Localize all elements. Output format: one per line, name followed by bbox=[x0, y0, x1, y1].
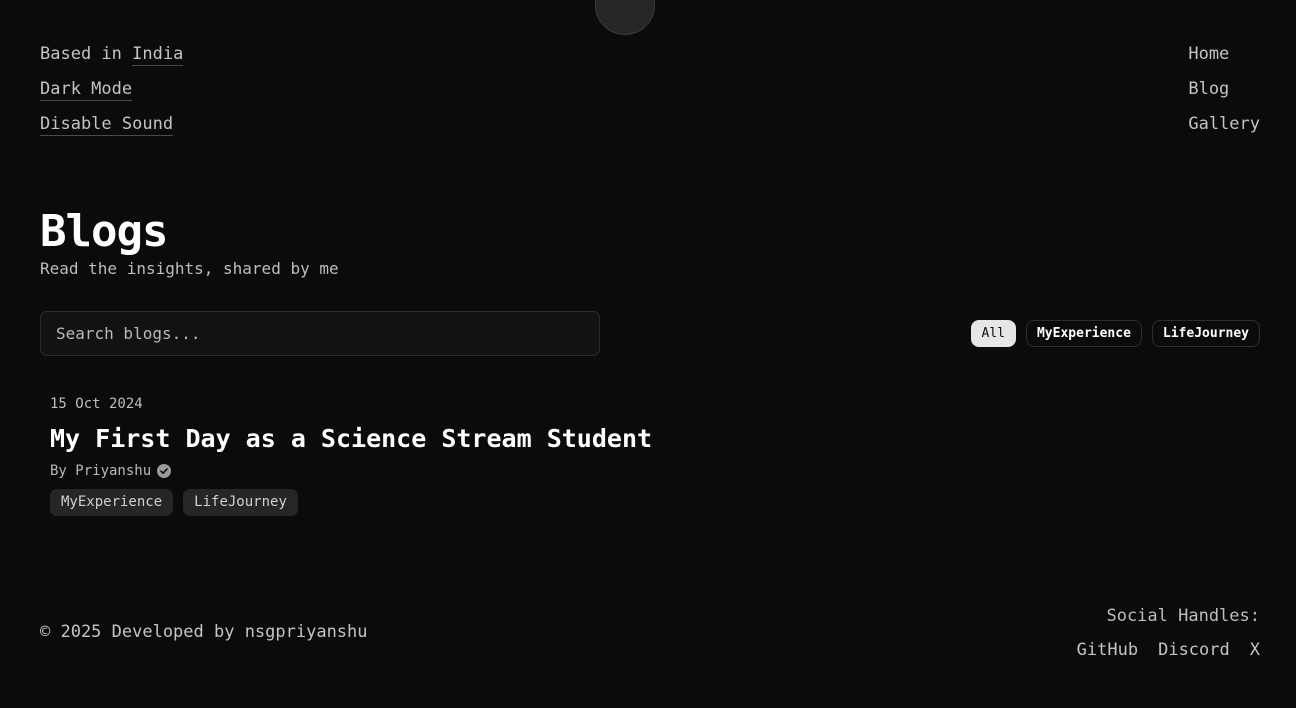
post-author: By Priyanshu bbox=[50, 463, 152, 479]
blog-post-card[interactable]: 15 Oct 2024 My First Day as a Science St… bbox=[50, 396, 652, 516]
nav-blog[interactable]: Blog bbox=[1188, 78, 1260, 113]
social-handles-title: Social Handles: bbox=[1106, 606, 1260, 626]
post-author-row: By Priyanshu bbox=[50, 463, 652, 479]
nav-gallery[interactable]: Gallery bbox=[1188, 113, 1260, 148]
filter-lifejourney[interactable]: LifeJourney bbox=[1151, 320, 1260, 347]
theme-toggle-button[interactable] bbox=[595, 0, 655, 35]
post-title[interactable]: My First Day as a Science Stream Student bbox=[50, 424, 652, 453]
location-link[interactable]: India bbox=[132, 44, 184, 66]
social-discord-link[interactable]: Discord bbox=[1158, 640, 1230, 660]
post-tag[interactable]: MyExperience bbox=[50, 489, 174, 516]
post-tags: MyExperience LifeJourney bbox=[50, 489, 652, 516]
page-subtitle: Read the insights, shared by me bbox=[40, 259, 339, 278]
page-title: Blogs bbox=[40, 206, 168, 257]
social-github-link[interactable]: GitHub bbox=[1077, 640, 1138, 660]
social-x-link[interactable]: X bbox=[1250, 640, 1260, 660]
location-row: Based in India bbox=[40, 43, 184, 78]
filter-chips: All MyExperience LifeJourney bbox=[970, 320, 1260, 347]
social-links: GitHub Discord X bbox=[1077, 640, 1260, 660]
nav-home[interactable]: Home bbox=[1188, 43, 1260, 78]
filter-myexperience[interactable]: MyExperience bbox=[1025, 320, 1142, 347]
location-prefix: Based in bbox=[40, 44, 133, 64]
search-input[interactable] bbox=[40, 311, 600, 356]
page: Based in India Dark Mode Disable Sound H… bbox=[0, 0, 1296, 708]
main-nav: Home Blog Gallery bbox=[1188, 43, 1260, 148]
post-tag[interactable]: LifeJourney bbox=[183, 489, 298, 516]
footer-copyright: © 2025 Developed by nsgpriyanshu bbox=[40, 622, 368, 642]
footer-social: Social Handles: GitHub Discord X bbox=[1077, 605, 1260, 660]
filter-all[interactable]: All bbox=[970, 320, 1016, 347]
disable-sound-link[interactable]: Disable Sound bbox=[40, 114, 174, 136]
dark-mode-link[interactable]: Dark Mode bbox=[40, 79, 133, 101]
verified-badge-icon bbox=[157, 464, 172, 478]
header-left-links: Based in India Dark Mode Disable Sound bbox=[40, 43, 184, 148]
post-date: 15 Oct 2024 bbox=[50, 396, 143, 412]
